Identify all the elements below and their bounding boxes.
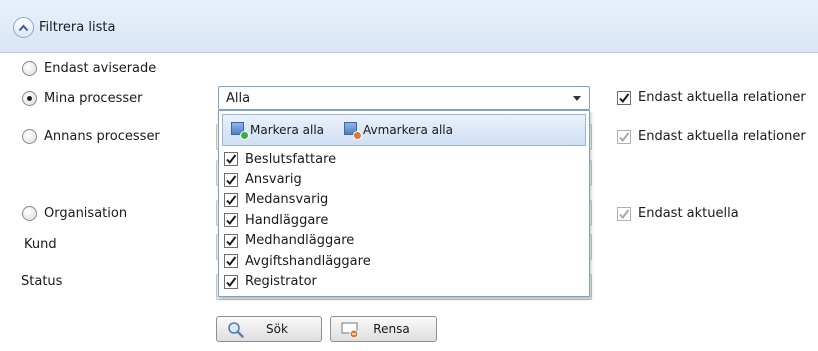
checkbox[interactable] (617, 129, 631, 144)
checkmark-icon (226, 215, 237, 226)
list-item[interactable]: Registrator (224, 271, 585, 291)
radio-only-notified[interactable]: Endast aviserade (22, 61, 156, 76)
dropdown-arrow-icon[interactable] (573, 96, 581, 101)
item-label: Registrator (245, 274, 317, 290)
radio-others-processes[interactable]: Annans processer (22, 129, 160, 144)
radio-label: Endast aviserade (44, 61, 157, 76)
checkmark-icon (226, 236, 237, 246)
checkmark-icon (619, 131, 630, 142)
collapse-button[interactable] (13, 17, 34, 38)
item-label: Avgiftshandläggare (245, 253, 371, 269)
checkbox[interactable] (224, 152, 238, 167)
radio-button[interactable] (22, 129, 37, 144)
radio-button[interactable] (22, 206, 37, 221)
checkmark-icon (226, 256, 237, 267)
search-button[interactable]: Sök (216, 316, 322, 342)
clear-button-label: Rensa (373, 322, 410, 336)
radio-label: Annans processer (44, 129, 160, 144)
select-all-label: Markera alla (250, 123, 325, 137)
panel-title: Filtrera lista (39, 20, 116, 35)
item-label: Handläggare (245, 212, 329, 228)
checkbox-label: Endast aktuella (638, 206, 739, 221)
checkbox[interactable] (224, 192, 238, 207)
list-item[interactable]: Handläggare (224, 210, 585, 230)
checkbox-label: Endast aktuella relationer (638, 90, 806, 105)
list-item[interactable]: Medhandläggare (224, 231, 585, 251)
filter-panel-header: Filtrera lista (0, 0, 818, 53)
checkbox[interactable] (224, 172, 238, 187)
checkmark-icon (619, 92, 630, 103)
item-label: Medansvarig (245, 192, 329, 208)
checkbox-current-only[interactable]: Endast aktuella (617, 206, 739, 221)
radio-label: Mina processer (44, 91, 143, 106)
search-button-label: Sök (266, 322, 288, 336)
dropdown-toolbar: Markera alla Avmarkera alla (222, 114, 586, 146)
chevron-up-icon (18, 23, 29, 31)
status-label: Status (21, 274, 63, 289)
role-dropdown: Markera alla Avmarkera alla Beslutsfatta… (218, 110, 590, 297)
radio-button[interactable] (22, 61, 37, 76)
item-label: Ansvarig (245, 172, 302, 188)
checkbox[interactable] (617, 90, 631, 105)
checkmark-icon (619, 208, 630, 219)
clear-button[interactable]: Rensa (330, 316, 437, 342)
radio-organisation[interactable]: Organisation (22, 206, 127, 221)
role-list: Beslutsfattare Ansvarig Medansvarig Hand… (224, 149, 585, 292)
checkbox-current-relations-others[interactable]: Endast aktuella relationer (617, 129, 806, 144)
item-label: Beslutsfattare (245, 151, 337, 167)
checkbox[interactable] (224, 233, 238, 248)
checkbox-current-relations-my[interactable]: Endast aktuella relationer (617, 90, 806, 105)
select-all-icon (231, 122, 249, 140)
list-item[interactable]: Ansvarig (224, 169, 585, 189)
deselect-all-button[interactable]: Avmarkera alla (344, 122, 453, 140)
checkmark-icon (226, 154, 237, 165)
select-all-button[interactable]: Markera alla (231, 122, 325, 140)
item-label: Medhandläggare (245, 233, 355, 249)
checkmark-icon (226, 195, 237, 206)
customer-label: Kund (24, 237, 57, 252)
role-select[interactable]: Alla (218, 86, 590, 110)
deselect-all-icon (344, 122, 363, 140)
role-select-value: Alla (226, 90, 251, 106)
radio-my-processes[interactable]: Mina processer (22, 91, 142, 106)
list-item[interactable]: Medansvarig (224, 190, 585, 210)
checkbox[interactable] (224, 213, 238, 228)
checkbox[interactable] (617, 206, 631, 221)
deselect-all-label: Avmarkera alla (363, 123, 453, 137)
checkmark-icon (226, 174, 237, 185)
checkbox[interactable] (224, 274, 238, 289)
radio-button[interactable] (22, 91, 37, 106)
checkmark-icon (226, 276, 237, 287)
checkbox[interactable] (224, 254, 238, 269)
checkbox-label: Endast aktuella relationer (638, 129, 806, 144)
list-item[interactable]: Avgiftshandläggare (224, 251, 585, 271)
list-item[interactable]: Beslutsfattare (224, 149, 585, 169)
radio-label: Organisation (44, 206, 128, 221)
